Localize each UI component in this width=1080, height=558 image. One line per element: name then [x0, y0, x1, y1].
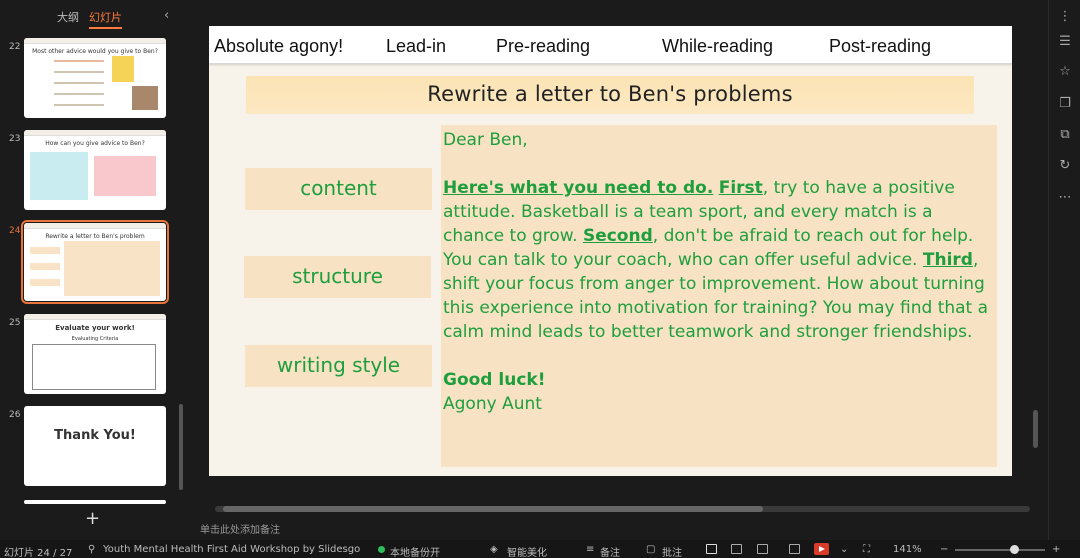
- letter-intro: Here's what you need to do.: [443, 178, 714, 198]
- panel-tabs: 大纲 幻灯片: [57, 9, 122, 29]
- slide-thumbnail-26[interactable]: Thank You!: [24, 406, 166, 486]
- zoom-slider[interactable]: [955, 549, 1045, 551]
- reading-view-icon[interactable]: [757, 544, 768, 554]
- theme-icon[interactable]: ⚲: [88, 544, 95, 555]
- status-bar: 幻灯片 24 / 27 ⚲ Youth Mental Health First …: [0, 540, 1080, 558]
- nav-pre-reading: Pre-reading: [496, 36, 591, 56]
- adjust-settings-icon[interactable]: ☰: [1058, 35, 1072, 49]
- nav-post-reading: Post-reading: [829, 36, 932, 56]
- tab-outline[interactable]: 大纲: [57, 9, 79, 29]
- letter-closing: Good luck!: [443, 370, 546, 390]
- thumbnail-title: How can you give advice to Ben?: [45, 140, 145, 147]
- smart-beautify-button[interactable]: 智能美化: [507, 544, 547, 558]
- more-horizontal-icon[interactable]: ⋯: [1058, 191, 1072, 205]
- chevron-left-icon[interactable]: ‹: [164, 8, 169, 23]
- more-vertical-icon[interactable]: ⋮: [1058, 10, 1072, 24]
- slide-thumbnail-22[interactable]: Most other advice would you give to Ben?: [24, 38, 166, 118]
- slide-title: Rewrite a letter to Ben's problems: [427, 82, 793, 106]
- slide-number: 26: [9, 410, 21, 420]
- right-toolbar: ⋮ ☰ ☆ ❐ ⧉ ↻ ⋯: [1048, 0, 1080, 540]
- presenter-view-icon[interactable]: [789, 544, 800, 554]
- beautify-icon[interactable]: ◈: [490, 544, 498, 555]
- slide-title-band: Rewrite a letter to Ben's problems: [246, 76, 974, 114]
- slide-number: 22: [9, 42, 21, 52]
- letter-signature: Agony Aunt: [443, 394, 542, 414]
- nav-lead-in: Lead-in: [386, 36, 447, 56]
- thumbnail-title: Thank You!: [54, 428, 136, 443]
- label-content: content: [245, 168, 432, 210]
- letter-third-label: Third: [922, 250, 973, 270]
- transform-icon[interactable]: ⧉: [1058, 128, 1072, 142]
- letter-second-label: Second: [582, 226, 653, 246]
- notes-placeholder[interactable]: 单击此处添加备注: [200, 521, 280, 536]
- thumbnail-title: Evaluate your work!: [55, 324, 135, 332]
- thumbnail-title: Rewrite a letter to Ben's problem: [45, 233, 145, 240]
- zoom-level[interactable]: 141%: [893, 544, 922, 555]
- dropdown-chevron-icon[interactable]: ⌄: [840, 544, 848, 555]
- slide-panel: 大纲 幻灯片 ‹ 22 Most other advice would you …: [0, 0, 183, 540]
- slide-thumbnail-27[interactable]: [24, 500, 166, 504]
- normal-view-icon[interactable]: [706, 544, 717, 554]
- tab-slides[interactable]: 幻灯片: [89, 9, 122, 29]
- play-slideshow-button[interactable]: [814, 543, 829, 555]
- backup-status[interactable]: 本地备份开: [390, 544, 440, 558]
- theme-name[interactable]: Youth Mental Health First Aid Workshop b…: [103, 544, 360, 555]
- slide-counter: 幻灯片 24 / 27: [4, 548, 73, 558]
- nav-while-reading: While-reading: [662, 36, 774, 56]
- slide-thumbnail-23[interactable]: How can you give advice to Ben?: [24, 130, 166, 210]
- history-icon[interactable]: ↻: [1058, 159, 1072, 173]
- comments-button[interactable]: 批注: [662, 544, 682, 558]
- slide-number: 23: [9, 134, 21, 144]
- backup-status-dot: [378, 546, 385, 553]
- slide-nav-bar: Absolute agony! Lead-in Pre-reading Whil…: [209, 26, 1012, 64]
- notes-icon[interactable]: ≡: [586, 544, 594, 555]
- zoom-slider-handle[interactable]: [1010, 545, 1019, 554]
- zoom-out-icon[interactable]: −: [940, 544, 948, 555]
- slide-thumbnail-25[interactable]: Evaluate your work! Evaluating Criteria: [24, 314, 166, 394]
- add-slide-button[interactable]: +: [85, 508, 100, 529]
- notes-button[interactable]: 备注: [600, 544, 620, 558]
- editor-vertical-scrollbar[interactable]: [1033, 410, 1038, 448]
- star-icon[interactable]: ☆: [1058, 65, 1072, 79]
- copy-icon[interactable]: ❐: [1058, 97, 1072, 111]
- editor-horizontal-scrollbar[interactable]: [215, 506, 1030, 512]
- grid-view-icon[interactable]: [731, 544, 742, 554]
- letter-greeting: Dear Ben,: [443, 130, 528, 150]
- comments-icon[interactable]: ▢: [646, 544, 655, 555]
- zoom-in-icon[interactable]: +: [1052, 544, 1060, 555]
- fit-screen-icon[interactable]: ⛶: [863, 544, 870, 555]
- slide-number: 24: [9, 226, 21, 236]
- current-slide[interactable]: Absolute agony! Lead-in Pre-reading Whil…: [209, 26, 1012, 476]
- thumbnail-subtitle: Evaluating Criteria: [71, 336, 119, 342]
- thumbnail-title: Most other advice would you give to Ben?: [32, 48, 158, 55]
- panel-scrollbar[interactable]: [179, 404, 183, 490]
- letter-body: Here's what you need to do. First, try t…: [443, 176, 995, 344]
- slide-thumbnail-24[interactable]: Rewrite a letter to Ben's problem: [21, 220, 169, 304]
- slide-number: 25: [9, 318, 21, 328]
- letter-text-box: Dear Ben, Here's what you need to do. Fi…: [441, 125, 997, 467]
- label-structure: structure: [244, 256, 431, 298]
- letter-first-label: First: [718, 178, 763, 198]
- label-writing-style: writing style: [245, 345, 432, 387]
- nav-absolute-agony: Absolute agony!: [214, 36, 344, 56]
